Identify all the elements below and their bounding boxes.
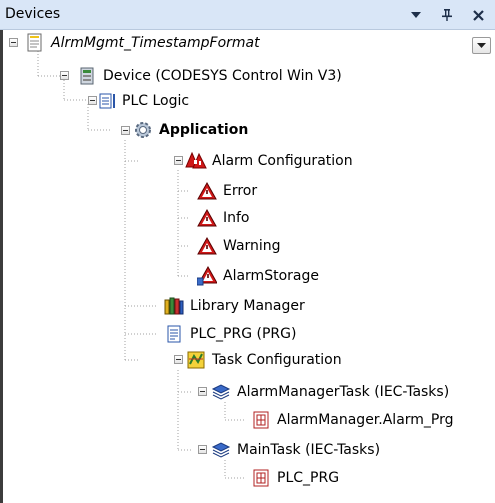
alarm-storage-icon <box>196 265 218 287</box>
tree-node-alarm-class-info[interactable]: Info <box>196 206 250 230</box>
tree-node-label: AlrmMgmt_TimestampFormat <box>51 35 260 51</box>
plc-logic-icon <box>99 90 117 112</box>
expander-project[interactable] <box>9 38 18 47</box>
tree-node-label: Info <box>223 210 250 226</box>
gear-icon <box>132 119 154 141</box>
tree-node-label: Application <box>159 122 249 138</box>
close-icon[interactable] <box>467 4 489 26</box>
tree-node-alarm-storage[interactable]: AlarmStorage <box>196 264 319 288</box>
tree-node-library-manager[interactable]: Library Manager <box>163 294 305 318</box>
tree-node-label: Error <box>223 183 258 199</box>
warning-triangle-icon <box>196 180 218 202</box>
tree-node-label: MainTask (IEC-Tasks) <box>237 442 381 458</box>
expander-alarm-configuration[interactable] <box>174 156 183 165</box>
tree-node-label: PLC_PRG <box>277 470 340 486</box>
tree-node-label: AlarmManagerTask (IEC-Tasks) <box>237 384 450 400</box>
tree-node-application[interactable]: Application <box>132 118 248 142</box>
pin-icon[interactable] <box>436 4 458 26</box>
alarm-configuration-icon <box>185 150 207 172</box>
tree-node-alarm-class-warning[interactable]: Warning <box>196 234 281 258</box>
warning-triangle-icon <box>196 207 218 229</box>
task-configuration-icon <box>185 349 207 371</box>
expander-task-configuration[interactable] <box>174 355 183 364</box>
tree-node-alarm-manager-task[interactable]: AlarmManagerTask (IEC-Tasks) <box>210 380 449 404</box>
project-icon <box>24 32 46 54</box>
tree-node-label: PLC Logic <box>122 93 190 109</box>
tree-node-label: Alarm Configuration <box>212 153 353 169</box>
tree-node-label: Warning <box>223 238 281 254</box>
program-call-icon <box>250 409 272 431</box>
program-icon <box>163 323 185 345</box>
panel-titlebar: Devices <box>0 0 495 30</box>
expander-device[interactable] <box>60 71 69 80</box>
tree-node-label: AlarmStorage <box>223 268 319 284</box>
device-icon <box>76 65 98 87</box>
panel-title: Devices <box>5 6 61 22</box>
tree-node-plc-logic[interactable]: PLC Logic <box>99 89 189 113</box>
tree-node-plc-prg[interactable]: PLC_PRG (PRG) <box>163 322 296 346</box>
tree-node-alarm-class-error[interactable]: Error <box>196 179 257 203</box>
tree-node-label: AlarmManager.Alarm_Prg <box>277 412 454 428</box>
warning-triangle-icon <box>196 235 218 257</box>
expander-plc-logic[interactable] <box>88 96 97 105</box>
task-icon <box>210 439 232 461</box>
tree-node-main-task-prg[interactable]: PLC_PRG <box>250 466 339 490</box>
library-icon <box>163 295 185 317</box>
tree-node-device[interactable]: Device (CODESYS Control Win V3) <box>76 64 342 88</box>
devices-panel: Devices AlrmMgmt_TimestampFormat Device … <box>0 0 495 503</box>
tree-node-label: PLC_PRG (PRG) <box>190 326 297 342</box>
tree-node-alarm-manager-prg[interactable]: AlarmManager.Alarm_Prg <box>250 408 454 432</box>
expander-application[interactable] <box>121 126 130 135</box>
tree-node-alarm-configuration[interactable]: Alarm Configuration <box>185 149 353 173</box>
tree-node-label: Library Manager <box>190 298 305 314</box>
device-tree: AlrmMgmt_TimestampFormat Device (CODESYS… <box>0 30 495 503</box>
tree-node-main-task[interactable]: MainTask (IEC-Tasks) <box>210 438 380 462</box>
tree-node-task-configuration[interactable]: Task Configuration <box>185 348 342 372</box>
expander-main-task[interactable] <box>198 445 207 454</box>
expander-alarm-manager-task[interactable] <box>198 387 207 396</box>
tree-node-label: Task Configuration <box>212 352 342 368</box>
tree-node-project[interactable]: AlrmMgmt_TimestampFormat <box>24 31 260 55</box>
task-icon <box>210 381 232 403</box>
chevron-down-icon[interactable] <box>405 4 427 26</box>
tree-node-label: Device (CODESYS Control Win V3) <box>103 68 342 84</box>
program-call-icon <box>250 467 272 489</box>
